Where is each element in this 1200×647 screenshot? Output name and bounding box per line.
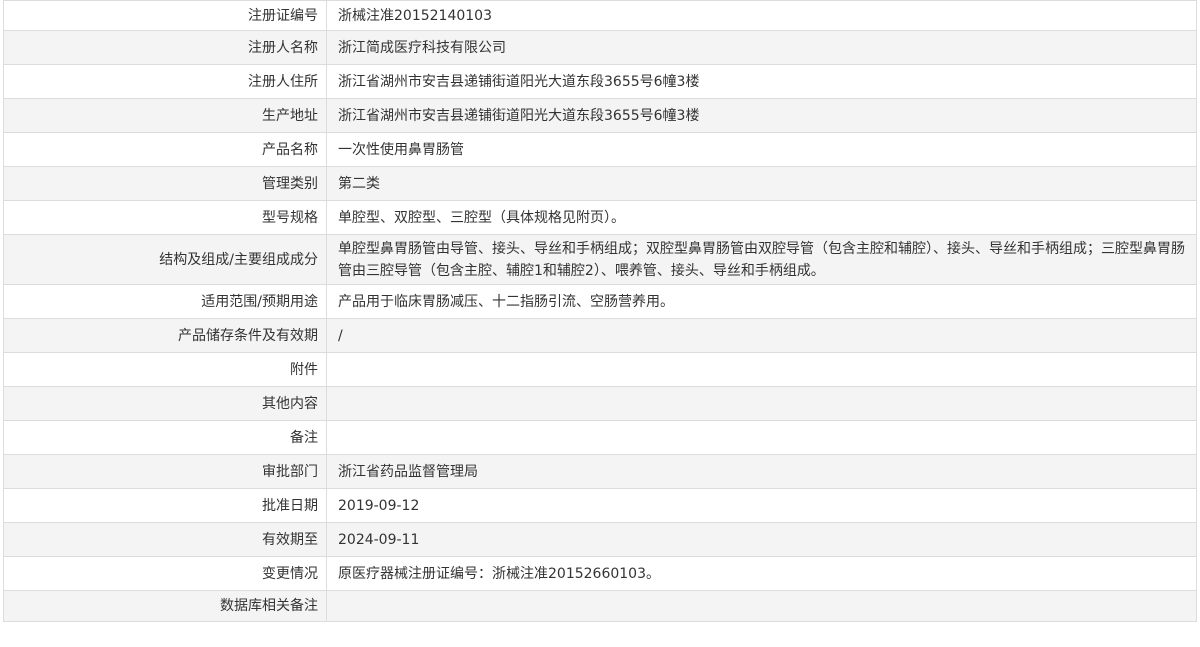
row-label: 变更情况 (3, 556, 327, 591)
row-label: 数据库相关备注 (3, 590, 327, 622)
row-label: 产品名称 (3, 132, 327, 167)
row-label: 注册证编号 (3, 0, 327, 31)
row-value (326, 590, 1197, 622)
record-row-intended-use: 适用范围/预期用途 产品用于临床胃肠减压、十二指肠引流、空肠营养用。 (3, 284, 1197, 319)
row-label: 注册人住所 (3, 64, 327, 99)
record-row-structure-composition: 结构及组成/主要组成成分 单腔型鼻胃肠管由导管、接头、导丝和手柄组成；双腔型鼻胃… (3, 234, 1197, 285)
record-row-other-content: 其他内容 (3, 386, 1197, 421)
row-label: 型号规格 (3, 200, 327, 235)
row-value: 一次性使用鼻胃肠管 (326, 132, 1197, 167)
record-row-approval-department: 审批部门 浙江省药品监督管理局 (3, 454, 1197, 489)
row-value: / (326, 318, 1197, 353)
row-value (326, 352, 1197, 387)
record-row-approval-date: 批准日期 2019-09-12 (3, 488, 1197, 523)
record-row-database-notes: 数据库相关备注 (3, 590, 1197, 622)
row-value (326, 420, 1197, 455)
row-label: 批准日期 (3, 488, 327, 523)
row-value: 单腔型鼻胃肠管由导管、接头、导丝和手柄组成；双腔型鼻胃肠管由双腔导管（包含主腔和… (326, 234, 1197, 285)
record-row-registrant-address: 注册人住所 浙江省湖州市安吉县递铺街道阳光大道东段3655号6幢3楼 (3, 64, 1197, 99)
registration-record-table: 注册证编号 浙械注准20152140103 注册人名称 浙江简成医疗科技有限公司… (3, 0, 1197, 622)
row-label: 适用范围/预期用途 (3, 284, 327, 319)
record-row-production-address: 生产地址 浙江省湖州市安吉县递铺街道阳光大道东段3655号6幢3楼 (3, 98, 1197, 133)
record-row-change-history: 变更情况 原医疗器械注册证编号：浙械注准20152660103。 (3, 556, 1197, 591)
row-value: 浙江简成医疗科技有限公司 (326, 30, 1197, 65)
record-row-registrant-name: 注册人名称 浙江简成医疗科技有限公司 (3, 30, 1197, 65)
row-value: 2019-09-12 (326, 488, 1197, 523)
record-row-model-spec: 型号规格 单腔型、双腔型、三腔型（具体规格见附页）。 (3, 200, 1197, 235)
row-label: 生产地址 (3, 98, 327, 133)
row-value: 第二类 (326, 166, 1197, 201)
row-label: 结构及组成/主要组成成分 (3, 234, 327, 285)
row-label: 注册人名称 (3, 30, 327, 65)
record-row-registration-number: 注册证编号 浙械注准20152140103 (3, 0, 1197, 31)
row-value: 浙械注准20152140103 (326, 0, 1197, 31)
record-row-storage-validity: 产品储存条件及有效期 / (3, 318, 1197, 353)
record-row-product-name: 产品名称 一次性使用鼻胃肠管 (3, 132, 1197, 167)
row-label: 产品储存条件及有效期 (3, 318, 327, 353)
row-value: 2024-09-11 (326, 522, 1197, 557)
record-row-valid-until: 有效期至 2024-09-11 (3, 522, 1197, 557)
row-label: 其他内容 (3, 386, 327, 421)
row-value: 浙江省湖州市安吉县递铺街道阳光大道东段3655号6幢3楼 (326, 98, 1197, 133)
record-row-remarks: 备注 (3, 420, 1197, 455)
record-row-management-category: 管理类别 第二类 (3, 166, 1197, 201)
row-label: 附件 (3, 352, 327, 387)
row-value (326, 386, 1197, 421)
row-value: 浙江省药品监督管理局 (326, 454, 1197, 489)
row-value: 单腔型、双腔型、三腔型（具体规格见附页）。 (326, 200, 1197, 235)
row-value: 产品用于临床胃肠减压、十二指肠引流、空肠营养用。 (326, 284, 1197, 319)
row-label: 备注 (3, 420, 327, 455)
row-value: 原医疗器械注册证编号：浙械注准20152660103。 (326, 556, 1197, 591)
row-label: 审批部门 (3, 454, 327, 489)
row-label: 有效期至 (3, 522, 327, 557)
row-label: 管理类别 (3, 166, 327, 201)
record-row-attachments: 附件 (3, 352, 1197, 387)
row-value: 浙江省湖州市安吉县递铺街道阳光大道东段3655号6幢3楼 (326, 64, 1197, 99)
